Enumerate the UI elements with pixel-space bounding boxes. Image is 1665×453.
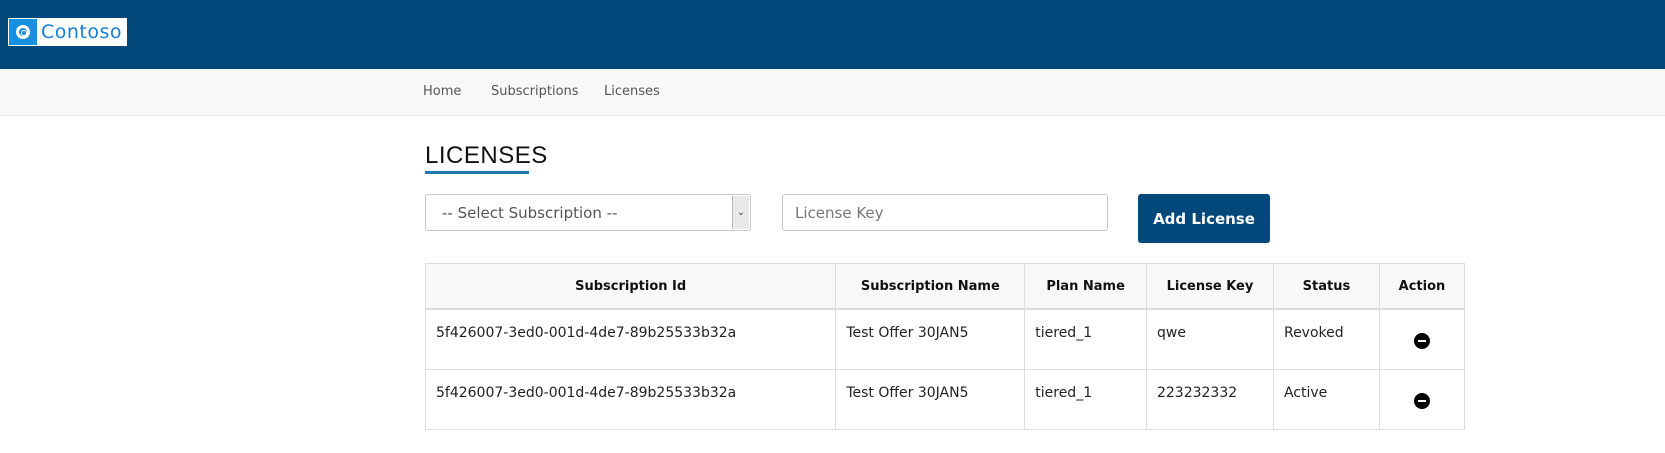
cell-status: Revoked xyxy=(1272,308,1380,370)
brand-name: Contoso xyxy=(37,19,126,45)
navigation-bar: Home Subscriptions Licenses xyxy=(0,69,1665,116)
cell-license-key: qwe xyxy=(1145,308,1274,370)
top-header-bar: Contoso xyxy=(0,0,1665,69)
cell-action xyxy=(1378,368,1466,430)
subscription-select[interactable]: -- Select Subscription -- ⌄ xyxy=(425,194,751,231)
contoso-logo[interactable]: Contoso xyxy=(8,18,127,46)
contoso-logo-icon xyxy=(9,19,37,45)
header-subscription-id: Subscription Id xyxy=(424,263,837,310)
cell-subscription-name: Test Offer 30JAN5 xyxy=(835,308,1026,370)
subscription-select-value: -- Select Subscription -- xyxy=(442,203,618,222)
chevron-down-icon[interactable]: ⌄ xyxy=(732,196,749,229)
cell-status: Active xyxy=(1272,368,1380,430)
table-header-row: Subscription Id Subscription Name Plan N… xyxy=(424,263,1466,310)
header-license-key: License Key xyxy=(1145,263,1274,310)
minus-circle-icon[interactable] xyxy=(1413,333,1430,350)
nav-subscriptions-link[interactable]: Subscriptions xyxy=(491,84,579,99)
title-underline xyxy=(425,171,529,174)
page-title: LICENSES xyxy=(425,142,548,169)
header-plan-name: Plan Name xyxy=(1024,263,1147,310)
cell-subscription-id: 5f426007-3ed0-001d-4de7-89b25533b32a xyxy=(424,368,837,430)
cell-subscription-id: 5f426007-3ed0-001d-4de7-89b25533b32a xyxy=(424,308,837,370)
cell-license-key: 223232332 xyxy=(1145,368,1274,430)
minus-circle-icon[interactable] xyxy=(1413,393,1430,409)
nav-licenses-link[interactable]: Licenses xyxy=(604,84,660,99)
table-row: 5f426007-3ed0-001d-4de7-89b25533b32a Tes… xyxy=(424,368,1466,430)
header-status: Status xyxy=(1272,263,1380,310)
add-license-button[interactable]: Add License xyxy=(1138,194,1270,243)
cell-action xyxy=(1378,308,1466,370)
header-subscription-name: Subscription Name xyxy=(835,263,1026,310)
license-key-input[interactable] xyxy=(782,194,1108,231)
cell-subscription-name: Test Offer 30JAN5 xyxy=(835,368,1026,430)
cell-plan-name: tiered_1 xyxy=(1024,368,1147,430)
licenses-table: Subscription Id Subscription Name Plan N… xyxy=(424,263,1466,430)
table-row: 5f426007-3ed0-001d-4de7-89b25533b32a Tes… xyxy=(424,308,1466,370)
header-action: Action xyxy=(1378,263,1466,310)
cell-plan-name: tiered_1 xyxy=(1024,308,1147,370)
nav-home-link[interactable]: Home xyxy=(423,84,461,99)
